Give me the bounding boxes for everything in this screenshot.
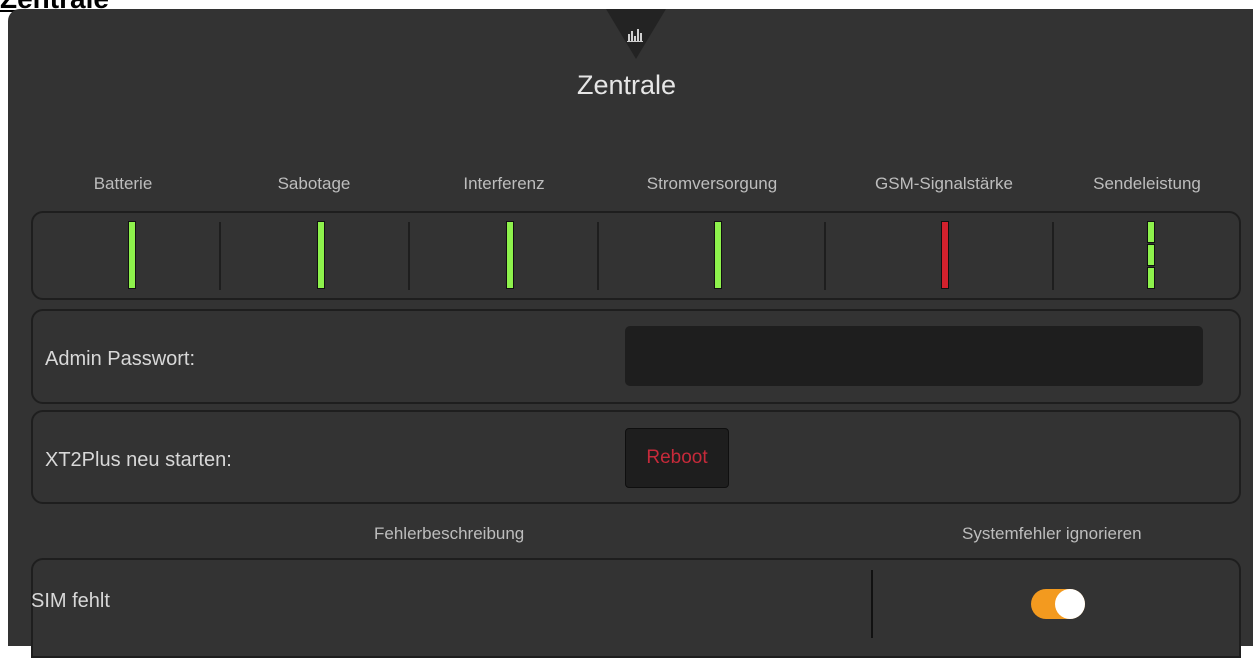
- status-divider: [824, 222, 826, 290]
- bar-chart-icon[interactable]: [627, 28, 645, 42]
- status-divider: [219, 222, 221, 290]
- status-label-sabotage: Sabotage: [277, 174, 351, 193]
- stromversorgung-indicator: [714, 221, 722, 289]
- reboot-row: XT2Plus neu starten: Reboot: [31, 410, 1241, 504]
- status-label-sendeleistung: Sendeleistung: [1093, 174, 1201, 193]
- error-row: SIM fehlt: [31, 558, 1241, 658]
- column-header-fehlerbeschreibung: Fehlerbeschreibung: [374, 524, 525, 543]
- toggle-knob: [1055, 589, 1085, 619]
- admin-password-row: Admin Passwort:: [31, 309, 1241, 404]
- status-label-batterie: Batterie: [93, 174, 153, 193]
- status-divider: [1052, 222, 1054, 290]
- panel-title: Zentrale: [576, 70, 677, 100]
- error-description: SIM fehlt: [31, 590, 110, 612]
- status-indicator-row: [31, 211, 1241, 300]
- reboot-label: XT2Plus neu starten:: [45, 449, 232, 471]
- sendeleistung-segment: [1147, 267, 1155, 289]
- reboot-button[interactable]: Reboot: [625, 428, 729, 488]
- sendeleistung-segment: [1147, 221, 1155, 243]
- admin-password-label: Admin Passwort:: [45, 348, 196, 370]
- status-divider: [408, 222, 410, 290]
- status-label-stromversorgung: Stromversorgung: [646, 174, 778, 193]
- batterie-indicator: [128, 221, 136, 289]
- error-row-divider: [871, 570, 873, 638]
- gsm-signalstaerke-indicator: [941, 221, 949, 289]
- status-divider: [597, 222, 599, 290]
- status-label-gsm-signalstaerke: GSM-Signalstärke: [875, 174, 1013, 193]
- interferenz-indicator: [506, 221, 514, 289]
- status-label-interferenz: Interferenz: [463, 174, 545, 193]
- sendeleistung-segment: [1147, 244, 1155, 266]
- column-header-systemfehler-ignorieren: Systemfehler ignorieren: [962, 524, 1142, 543]
- admin-password-input[interactable]: [625, 326, 1203, 386]
- sabotage-indicator: [317, 221, 325, 289]
- ignore-error-toggle[interactable]: [1031, 589, 1085, 619]
